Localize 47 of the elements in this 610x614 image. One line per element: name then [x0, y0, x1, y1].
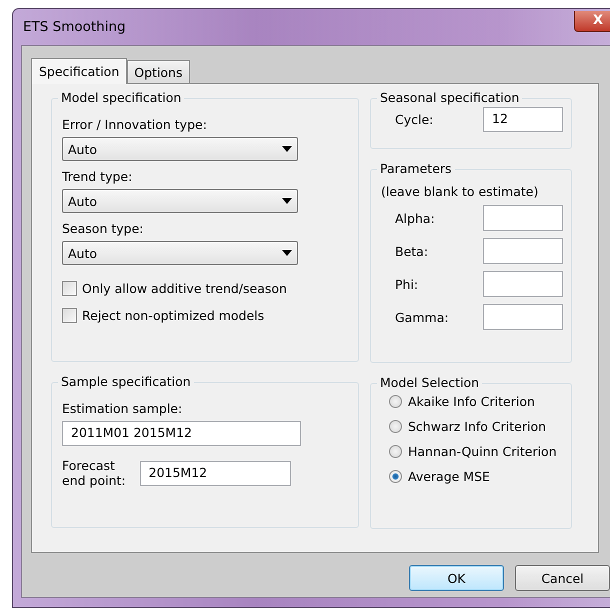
dropdown-arrow-icon	[282, 250, 292, 256]
close-button[interactable]: X	[574, 10, 610, 32]
field-label: Phi:	[395, 276, 418, 292]
field-label: Gamma:	[395, 310, 449, 324]
hint-text: (leave blank to estimate)	[381, 184, 540, 199]
radio-button[interactable]	[389, 420, 402, 433]
checkbox[interactable]	[62, 308, 77, 323]
checkbox-label: Only allow additive trend/season	[82, 281, 287, 296]
dropdown-arrow-icon	[282, 146, 292, 152]
input-field[interactable]	[483, 304, 563, 330]
group-title: Seasonal specification	[377, 90, 522, 105]
dropdown-label: Season type:	[62, 221, 144, 236]
tab[interactable]: Specification	[31, 58, 128, 84]
input-field[interactable]: 2015M12	[140, 460, 291, 486]
group-title: Sample specification	[58, 374, 194, 389]
radio-label: Hannan-Quinn Criterion	[408, 444, 557, 459]
dropdown[interactable]: Auto	[62, 189, 298, 213]
field-label: Forecast end point:	[62, 458, 126, 488]
group-title: Model specification	[58, 90, 184, 105]
dropdown-label: Error / Innovation type:	[62, 117, 208, 132]
tab[interactable]: Options	[127, 60, 190, 83]
radio-button[interactable]	[389, 470, 402, 483]
field-label: Beta:	[395, 244, 428, 258]
window-title: ETS Smoothing	[22, 19, 126, 35]
checkbox[interactable]	[62, 281, 77, 296]
radio-label: Average MSE	[408, 469, 490, 484]
input-field[interactable]	[483, 238, 563, 264]
input-field[interactable]: 12	[483, 107, 563, 132]
input-field[interactable]	[483, 205, 563, 231]
dropdown-label: Trend type:	[62, 169, 134, 184]
checkbox-label: Reject non-optimized models	[82, 308, 264, 323]
dropdown[interactable]: Auto	[62, 241, 298, 265]
input-field[interactable]	[483, 271, 563, 297]
radio-label: Akaike Info Criterion	[408, 394, 535, 409]
field-label: Estimation sample:	[62, 401, 184, 416]
group-title: Model Selection	[377, 375, 482, 390]
dropdown-arrow-icon	[282, 198, 292, 204]
input-field[interactable]: 2011M01 2015M12	[62, 421, 301, 446]
group-title: Parameters	[377, 161, 455, 176]
radio-label: Schwarz Info Criterion	[408, 419, 546, 434]
radio-button[interactable]	[389, 445, 402, 458]
dropdown[interactable]: Auto	[62, 137, 298, 161]
cancel-button[interactable]: Cancel	[515, 565, 610, 591]
field-label: Cycle:	[395, 112, 434, 127]
ok-button[interactable]: OK	[409, 565, 504, 591]
radio-button[interactable]	[389, 395, 402, 408]
field-label: Alpha:	[395, 210, 435, 226]
